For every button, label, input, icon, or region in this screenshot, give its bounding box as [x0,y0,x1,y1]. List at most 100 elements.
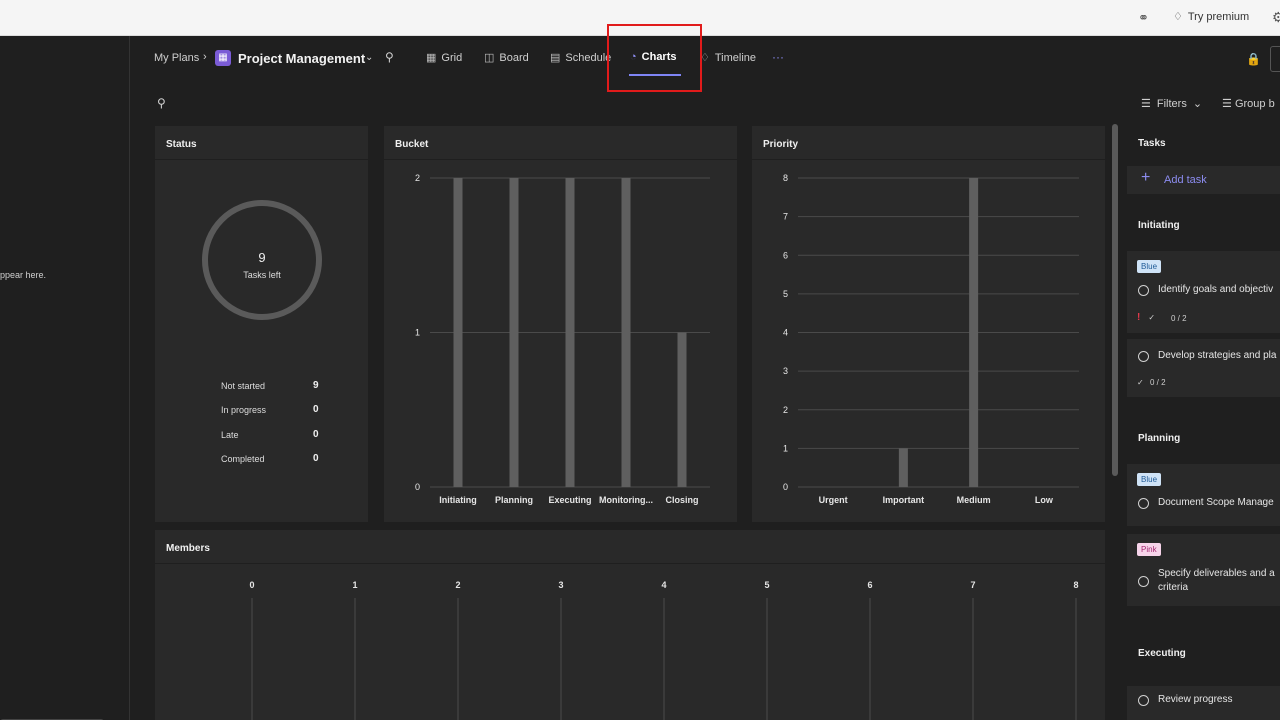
x-tick-label: Planning [495,495,533,505]
bucket-chart-panel: Bucket 0 1 2 Initiating Planning Executing Mon… [384,126,737,522]
chevron-down-icon[interactable]: ⌄ [365,52,373,63]
x-tick-label: Monitoring... [599,495,653,505]
status-row-in-progress: In progress 0 [221,404,321,415]
y-tick-label: 2 [415,173,420,183]
add-task-label: Add task [1164,174,1207,186]
priority-chart-panel: Priority 0 1 2 3 4 5 6 7 8 Urgent Important Medium L… [752,126,1105,522]
y-tick-label: 1 [415,328,420,338]
task-title: Develop strategies and pla [1158,350,1277,361]
checklist-icon: ✓ [1148,313,1156,322]
diamond-icon: ♢ [1173,11,1183,23]
chart-bar [969,178,979,487]
bucket-heading-planning: Planning [1138,433,1181,444]
status-row-value: 9 [313,380,319,391]
tab-grid[interactable]: ▦ Grid [426,51,463,65]
y-tick-label: 1 [783,443,788,453]
complete-checkbox[interactable] [1138,351,1149,362]
tab-schedule[interactable]: ▤ Schedule [550,51,612,65]
x-tick-label: Important [883,495,925,505]
status-row-value: 0 [313,429,319,440]
status-row-completed: Completed 0 [221,453,321,464]
task-title: Document Scope Manage [1158,497,1274,508]
members-chart-panel: Members 012345678 [155,530,1105,720]
x-tick-label: 3 [558,580,563,590]
filters-label: Filters [1156,97,1187,110]
task-title: Review progress [1158,694,1233,705]
vertical-scrollbar[interactable] [1112,124,1118,476]
breadcrumb-my-plans[interactable]: My Plans [154,52,199,64]
y-tick-label: 5 [783,289,788,299]
task-title-line2: criteria [1158,582,1189,593]
tab-board[interactable]: ◫ Board [484,51,529,65]
complete-checkbox[interactable] [1138,695,1149,706]
task-card[interactable]: Blue Document Scope Manage [1127,464,1280,526]
tasks-left-donut: 9 Tasks left [202,200,322,320]
urgent-icon: ! [1137,312,1141,323]
status-row-value: 0 [313,453,319,464]
share-button[interactable] [1270,46,1280,72]
gear-icon[interactable]: ⚙ [1272,9,1280,26]
filters-button[interactable]: ☰ Filters ⌄ [1141,97,1202,111]
group-by-button[interactable]: ☰ Group b [1222,97,1275,110]
task-meta: ! ✓ [1137,312,1155,323]
task-card[interactable]: Develop strategies and pla ✓ 0 / 2 [1127,339,1280,397]
x-tick-label: Urgent [819,495,848,505]
x-tick-label: 0 [249,580,254,590]
priority-bar-chart: 0 1 2 3 4 5 6 7 8 Urgent Important Medium Low [783,173,1079,505]
x-tick-label: Executing [548,495,591,505]
checklist-icon: ✓ [1137,378,1144,387]
task-title: Identify goals and objectiv [1158,284,1274,295]
y-tick-label: 8 [783,173,788,183]
search-icon[interactable]: ⚲ [157,96,166,110]
complete-checkbox[interactable] [1138,498,1149,509]
x-tick-label: Medium [957,495,991,505]
y-tick-label: 0 [783,482,788,492]
x-tick-label: 4 [661,580,666,590]
status-row-label: Completed [221,454,265,464]
tab-timeline[interactable]: ♢ Timeline [700,51,756,65]
chart-bar [565,178,575,487]
plan-title[interactable]: Project Management [238,51,365,66]
plan-header: My Plans › ▦ Project Management ⌄ ⚲ ▦ Gr… [131,36,1280,84]
task-card[interactable]: Review progress [1127,686,1280,720]
x-tick-label: 2 [455,580,460,590]
more-tabs-button[interactable]: ··· [772,50,784,64]
chart-bar [677,332,687,487]
label-badge: Blue [1137,260,1162,273]
plus-icon: + [1141,169,1151,186]
chart-bar [509,178,519,487]
tasks-panel-title: Tasks [1138,138,1166,149]
people-share-icon[interactable]: ⚭ [1138,10,1154,26]
lock-icon[interactable]: 🔒 [1246,52,1261,66]
status-row-label: Not started [221,381,266,391]
add-task-button[interactable]: + Add task [1127,166,1280,194]
status-panel-title: Status [166,139,197,150]
complete-checkbox[interactable] [1138,285,1149,296]
pin-icon[interactable]: ⚲ [385,50,394,64]
task-title: Specify deliverables and a [1158,568,1275,579]
complete-checkbox[interactable] [1138,576,1149,587]
x-tick-label: 6 [867,580,872,590]
status-panel: Status 9 Tasks left Not started 9 In pro… [155,126,368,522]
filter-icon: ☰ [1141,98,1151,110]
x-tick-label: Low [1035,495,1054,505]
status-row-late: Late 0 [221,429,321,440]
x-tick-label: Initiating [439,495,477,505]
tab-board-label: Board [499,51,529,64]
y-tick-label: 7 [783,212,788,222]
task-card[interactable]: Blue Identify goals and objectiv ! ✓ 0 /… [1127,251,1280,333]
try-premium-button[interactable]: ♢ Try premium [1173,10,1249,24]
tab-grid-label: Grid [441,51,463,64]
x-tick-label: 8 [1073,580,1078,590]
status-row-value: 0 [313,404,319,415]
y-tick-label: 2 [783,405,788,415]
task-card[interactable]: Pink Specify deliverables and a criteria [1127,534,1280,606]
checklist-count: 0 / 2 [1171,314,1187,323]
left-navigation-pane: ppear here. n ⌄ [0,36,130,720]
bucket-bar-chart: 0 1 2 Initiating Planning Executing Monitoring… [415,173,710,505]
y-tick-label: 6 [783,250,788,260]
label-badge: Blue [1137,473,1162,486]
chevron-right-icon: › [203,51,207,63]
tab-schedule-label: Schedule [565,51,612,64]
x-tick-label: 7 [970,580,975,590]
